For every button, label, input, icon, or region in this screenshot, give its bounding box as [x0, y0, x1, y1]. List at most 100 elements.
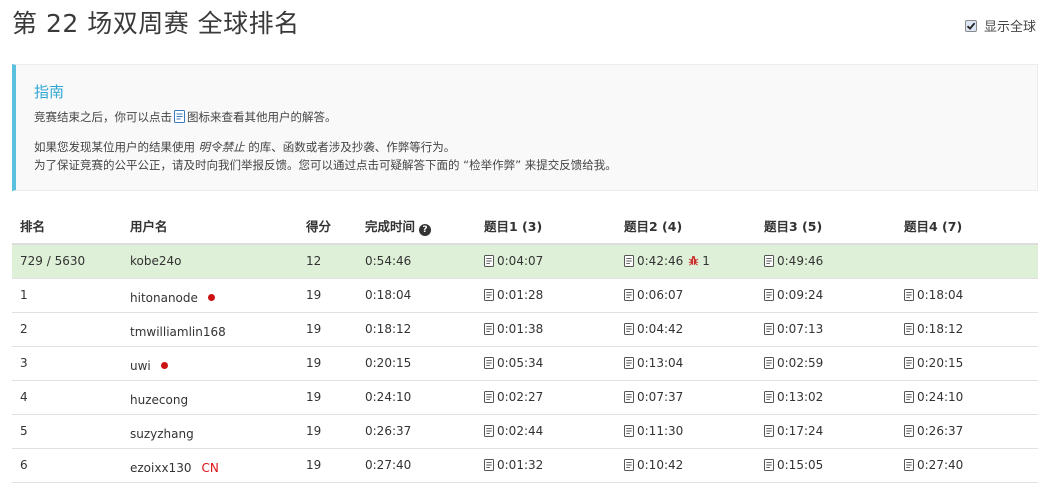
header-q2[interactable]: 题目2 (4)	[616, 208, 756, 245]
header-q4[interactable]: 题目4 (7)	[896, 208, 1038, 245]
doc-icon[interactable]	[624, 425, 634, 437]
q3-time[interactable]: 0:13:02	[777, 390, 823, 404]
doc-icon[interactable]	[764, 289, 774, 301]
q1-time[interactable]: 0:02:27	[497, 390, 543, 404]
score-cell: 19	[298, 278, 357, 313]
q2-time[interactable]: 0:04:42	[637, 322, 683, 336]
q1-cell: 0:02:27	[476, 380, 616, 415]
doc-icon[interactable]	[624, 289, 634, 301]
q3-cell: 0:07:13	[756, 312, 896, 347]
guide-line-2-before: 如果您发现某位用户的结果使用	[34, 140, 199, 154]
q3-time[interactable]: 0:09:24	[777, 288, 823, 302]
doc-icon[interactable]	[764, 255, 774, 268]
q4-time[interactable]: 0:24:10	[917, 390, 963, 404]
finish-time-cell: 0:20:15	[357, 346, 476, 381]
q2-cell: 0:13:04	[616, 346, 756, 381]
q2-time[interactable]: 0:10:42	[637, 458, 683, 472]
q3-time[interactable]: 0:02:59	[777, 356, 823, 370]
q1-cell: 0:02:44	[476, 414, 616, 449]
q2-time[interactable]: 0:11:30	[637, 424, 683, 438]
q2-time[interactable]: 0:13:04	[637, 356, 683, 370]
doc-icon[interactable]	[904, 289, 914, 301]
username-link[interactable]: uwi	[130, 359, 151, 373]
doc-icon[interactable]	[764, 425, 774, 437]
q2-time[interactable]: 0:42:46	[637, 254, 683, 268]
rank-cell: 6	[12, 448, 122, 483]
doc-icon[interactable]	[484, 323, 494, 335]
rank-cell: 1	[12, 278, 122, 313]
doc-icon[interactable]	[904, 425, 914, 437]
q2-time[interactable]: 0:07:37	[637, 390, 683, 404]
doc-icon[interactable]	[484, 425, 494, 437]
doc-icon[interactable]	[484, 357, 494, 369]
finish-time-cell: 0:24:10	[357, 380, 476, 415]
q4-cell: 0:24:10	[896, 380, 1038, 415]
doc-icon[interactable]	[904, 459, 914, 471]
doc-icon[interactable]	[624, 357, 634, 369]
finish-time-cell: 0:54:46	[357, 244, 476, 279]
username-link[interactable]: suzyzhang	[130, 427, 194, 441]
q3-time[interactable]: 0:15:05	[777, 458, 823, 472]
q3-time[interactable]: 0:17:24	[777, 424, 823, 438]
doc-icon[interactable]	[484, 391, 494, 403]
username-link[interactable]: huzecong	[130, 393, 188, 407]
doc-icon[interactable]	[484, 255, 494, 268]
q1-time[interactable]: 0:01:38	[497, 322, 543, 336]
guide-forbidden-text: 明令禁止	[198, 140, 245, 154]
show-global-toggle[interactable]: 显示全球	[964, 16, 1036, 35]
q1-time[interactable]: 0:02:44	[497, 424, 543, 438]
username-link[interactable]: ezoixx130	[130, 461, 191, 475]
doc-icon[interactable]	[624, 255, 634, 268]
q3-time[interactable]: 0:49:46	[777, 254, 823, 268]
doc-icon[interactable]	[764, 357, 774, 369]
table-row: 4 huzecong 19 0:24:10 0:02:27 0:07:37 0:13:02 0…	[12, 380, 1038, 415]
doc-icon[interactable]	[624, 391, 634, 403]
doc-icon	[174, 110, 185, 123]
finish-time-cell: 0:18:12	[357, 312, 476, 347]
header-finish-time-label: 完成时间	[365, 218, 416, 234]
checkmark-icon	[966, 22, 976, 30]
q1-time[interactable]: 0:05:34	[497, 356, 543, 370]
doc-icon[interactable]	[484, 459, 494, 471]
show-global-checkbox[interactable]	[964, 19, 977, 32]
q1-time[interactable]: 0:01:28	[497, 288, 543, 302]
q1-time[interactable]: 0:01:32	[497, 458, 543, 472]
q4-time[interactable]: 0:27:40	[917, 458, 963, 472]
user-cell: hitonanode	[122, 278, 298, 313]
header-finish-time: 完成时间?	[357, 208, 476, 245]
rank-cell: 3	[12, 346, 122, 381]
q3-cell: 0:15:05	[756, 448, 896, 483]
q4-time[interactable]: 0:18:04	[917, 288, 963, 302]
doc-icon[interactable]	[624, 323, 634, 335]
score-cell: 19	[298, 448, 357, 483]
current-user-row: 729 / 5630 kobe24o 12 0:54:46 0:04:07 0:42:46…	[12, 244, 1038, 279]
username-link[interactable]: tmwilliamlin168	[130, 325, 226, 339]
help-icon[interactable]: ?	[419, 223, 432, 236]
q1-time[interactable]: 0:04:07	[497, 254, 543, 268]
doc-icon[interactable]	[764, 459, 774, 471]
username-link[interactable]: hitonanode	[130, 291, 198, 305]
doc-icon[interactable]	[624, 459, 634, 471]
header-q1[interactable]: 题目1 (3)	[476, 208, 616, 245]
q2-time[interactable]: 0:06:07	[637, 288, 683, 302]
doc-icon[interactable]	[484, 289, 494, 301]
header-q3[interactable]: 题目3 (5)	[756, 208, 896, 245]
doc-icon[interactable]	[904, 391, 914, 403]
guide-line-1: 竞赛结束之后，你可以点击 图标来查看其他用户的解答。	[34, 108, 1017, 126]
q4-time[interactable]: 0:18:12	[917, 322, 963, 336]
q4-cell: 0:27:40	[896, 448, 1038, 483]
q4-time[interactable]: 0:20:15	[917, 356, 963, 370]
doc-icon[interactable]	[904, 323, 914, 335]
user-cell: huzecong	[122, 380, 298, 415]
header-user: 用户名	[122, 208, 298, 245]
q3-time[interactable]: 0:07:13	[777, 322, 823, 336]
doc-icon[interactable]	[764, 391, 774, 403]
user-cell: suzyzhang	[122, 414, 298, 449]
doc-icon[interactable]	[764, 323, 774, 335]
q1-cell: 0:05:34	[476, 346, 616, 381]
username-link[interactable]: kobe24o	[130, 254, 181, 268]
bug-icon[interactable]	[688, 255, 699, 266]
q4-time[interactable]: 0:26:37	[917, 424, 963, 438]
doc-icon[interactable]	[904, 357, 914, 369]
header-rank: 排名	[12, 208, 122, 245]
